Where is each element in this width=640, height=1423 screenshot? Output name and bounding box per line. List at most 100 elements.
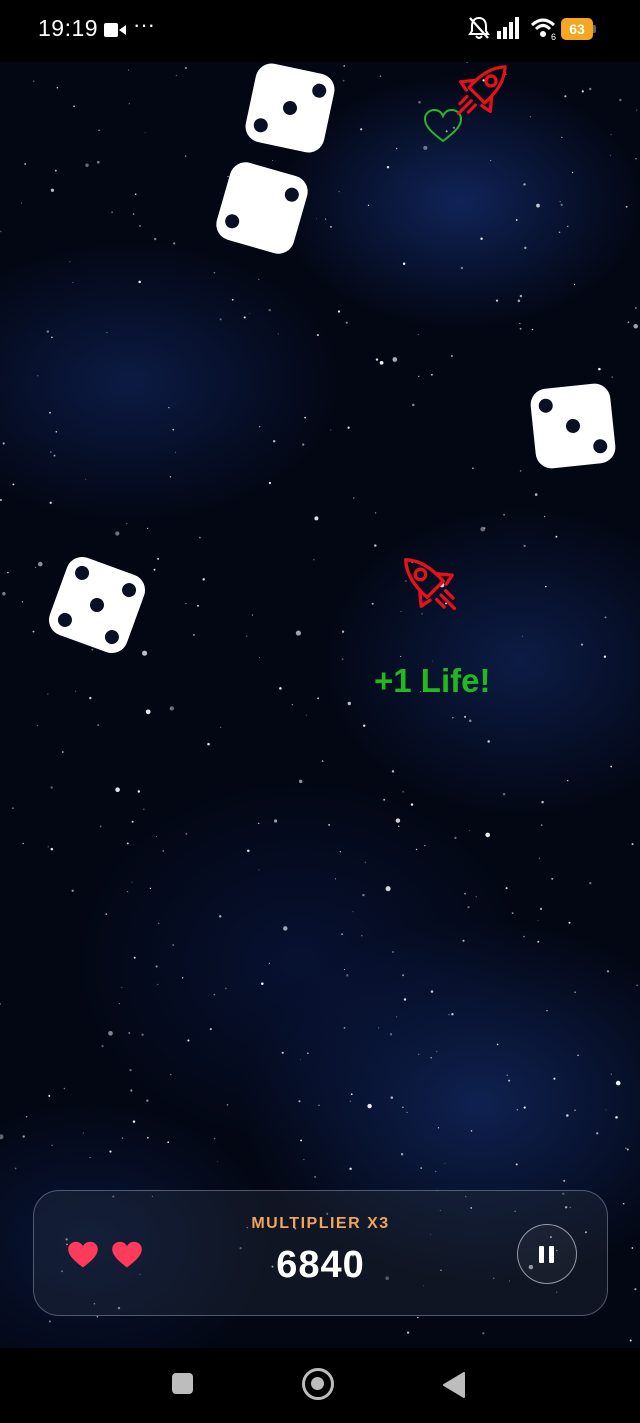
star xyxy=(46,330,50,333)
rocket-icon[interactable] xyxy=(386,540,480,634)
star xyxy=(51,336,53,339)
star xyxy=(213,1137,216,1140)
star xyxy=(272,439,276,443)
star xyxy=(145,709,151,715)
star xyxy=(141,1033,144,1036)
star xyxy=(367,1103,372,1109)
star xyxy=(395,818,401,823)
star xyxy=(272,160,273,161)
star xyxy=(346,974,349,977)
star xyxy=(128,103,130,105)
star xyxy=(539,907,543,911)
star xyxy=(268,308,271,312)
star xyxy=(464,715,467,718)
die-three[interactable] xyxy=(529,382,617,470)
star xyxy=(452,717,454,719)
star xyxy=(496,1043,499,1046)
star xyxy=(155,835,157,837)
star xyxy=(482,1332,485,1335)
game-canvas[interactable]: +1 Life! xyxy=(0,62,640,1348)
star xyxy=(314,1175,317,1178)
star xyxy=(519,470,522,472)
star xyxy=(115,531,120,536)
star xyxy=(515,1163,518,1166)
star xyxy=(72,281,74,284)
star xyxy=(32,630,35,633)
star xyxy=(56,86,59,89)
star xyxy=(423,145,428,150)
star xyxy=(468,719,472,723)
star xyxy=(469,830,470,831)
star xyxy=(291,703,294,706)
star xyxy=(460,266,464,270)
star xyxy=(157,557,160,560)
star xyxy=(521,635,523,637)
battery-icon: 63 xyxy=(561,18,597,40)
star xyxy=(184,66,188,70)
star xyxy=(589,882,592,885)
star xyxy=(298,1100,301,1103)
star xyxy=(155,965,158,968)
star xyxy=(437,1127,440,1129)
star xyxy=(121,1137,124,1139)
star xyxy=(128,69,130,71)
star xyxy=(402,974,405,977)
star xyxy=(97,160,100,164)
star xyxy=(529,116,532,118)
star xyxy=(343,969,345,970)
star xyxy=(226,1103,229,1106)
multiplier-label: MULTIPLIER X3 xyxy=(251,1215,390,1232)
star xyxy=(367,204,370,206)
star xyxy=(503,513,506,516)
star xyxy=(430,990,434,993)
star xyxy=(627,321,630,323)
star xyxy=(126,842,129,845)
star xyxy=(50,188,55,192)
star xyxy=(328,823,331,826)
star xyxy=(139,225,141,227)
star xyxy=(321,760,324,762)
star xyxy=(353,497,355,499)
star xyxy=(49,411,51,414)
rocket-icon[interactable] xyxy=(434,62,524,138)
star xyxy=(185,603,187,605)
star xyxy=(398,825,400,827)
star xyxy=(169,476,172,478)
star xyxy=(537,940,540,943)
star xyxy=(128,1032,131,1034)
star xyxy=(390,1096,394,1099)
star xyxy=(158,922,160,924)
home-button[interactable] xyxy=(302,1368,334,1400)
star xyxy=(341,630,345,633)
star xyxy=(519,294,523,298)
star xyxy=(330,429,332,431)
star xyxy=(349,1167,352,1171)
star xyxy=(98,129,100,132)
star xyxy=(534,493,538,496)
star xyxy=(258,278,260,281)
star xyxy=(635,307,637,309)
star xyxy=(138,280,141,284)
star xyxy=(402,791,405,793)
pause-button[interactable] xyxy=(517,1224,577,1284)
star xyxy=(625,1147,627,1149)
star xyxy=(199,536,201,539)
star xyxy=(519,323,521,324)
star xyxy=(454,836,457,840)
star xyxy=(516,1108,519,1111)
die-three[interactable] xyxy=(242,62,338,156)
star xyxy=(170,1073,172,1076)
star xyxy=(342,79,345,82)
star xyxy=(231,298,234,301)
back-button[interactable] xyxy=(443,1372,465,1398)
star xyxy=(147,1137,149,1139)
star xyxy=(627,322,629,324)
star xyxy=(417,1316,419,1319)
star xyxy=(636,109,638,111)
star xyxy=(111,211,114,214)
star xyxy=(339,851,341,853)
status-bar: 19:19 ··· 6 63 xyxy=(0,0,640,62)
star xyxy=(162,850,164,852)
recents-button[interactable] xyxy=(172,1373,193,1394)
star xyxy=(149,887,152,890)
